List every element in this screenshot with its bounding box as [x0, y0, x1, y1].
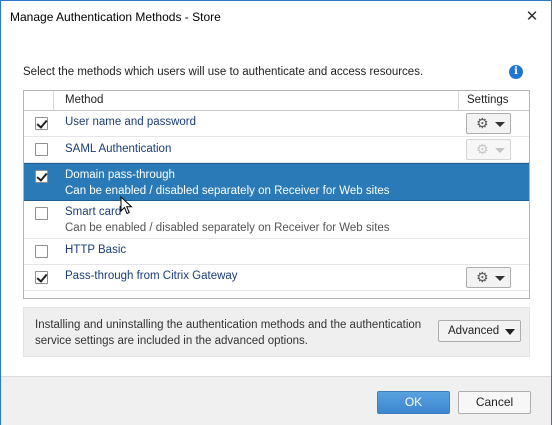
method-name: Smart card: [65, 206, 122, 218]
method-row-saml[interactable]: SAML Authentication ⚙: [24, 137, 529, 163]
method-row-http-basic[interactable]: HTTP Basic: [24, 239, 529, 265]
advanced-label: Advanced: [448, 325, 500, 337]
method-checkbox[interactable]: [35, 117, 48, 130]
method-row-citrix-gateway[interactable]: Pass-through from Citrix Gateway ⚙: [24, 265, 529, 291]
title-bar: Manage Authentication Methods - Store ✕: [1, 1, 551, 33]
manage-auth-methods-dialog: Manage Authentication Methods - Store ✕ …: [0, 0, 552, 425]
window-title: Manage Authentication Methods - Store: [10, 10, 221, 24]
chevron-down-icon: [505, 329, 515, 335]
gear-icon: ⚙: [476, 141, 489, 157]
method-name: SAML Authentication: [65, 143, 172, 155]
methods-grid: Method Settings User name and password ⚙…: [23, 90, 530, 299]
method-checkbox[interactable]: [35, 170, 48, 183]
method-name: HTTP Basic: [65, 244, 127, 256]
method-name: Pass-through from Citrix Gateway: [65, 270, 238, 282]
settings-dropdown-button[interactable]: ⚙: [466, 267, 511, 288]
mouse-pointer-icon: [120, 196, 133, 215]
method-description: Can be enabled / disabled separately on …: [65, 222, 390, 234]
method-row-user-name-password[interactable]: User name and password ⚙: [24, 111, 529, 137]
method-checkbox[interactable]: [35, 143, 48, 156]
method-name: User name and password: [65, 116, 197, 128]
advanced-dropdown-button[interactable]: Advanced: [438, 320, 521, 342]
method-checkbox[interactable]: [35, 271, 48, 284]
cancel-button[interactable]: Cancel: [458, 391, 531, 414]
close-icon[interactable]: ✕: [521, 7, 543, 27]
instruction-text: Select the methods which users will use …: [23, 66, 424, 78]
method-row-domain-pass-through[interactable]: Domain pass-through Can be enabled / dis…: [24, 163, 529, 201]
method-checkbox[interactable]: [35, 245, 48, 258]
method-description: Can be enabled / disabled separately on …: [65, 185, 390, 197]
method-row-smart-card[interactable]: Smart card Can be enabled / disabled sep…: [24, 201, 529, 239]
method-name: Domain pass-through: [65, 169, 175, 181]
chevron-down-icon: [495, 148, 505, 153]
gear-icon: ⚙: [476, 269, 489, 285]
ok-button[interactable]: OK: [377, 391, 450, 414]
chevron-down-icon: [495, 122, 505, 127]
settings-dropdown-button[interactable]: ⚙: [466, 113, 511, 134]
info-icon[interactable]: i: [509, 65, 523, 79]
dialog-footer: OK Cancel: [1, 376, 551, 425]
method-checkbox[interactable]: [35, 207, 48, 220]
advanced-info-text: Installing and uninstalling the authenti…: [35, 319, 422, 347]
grid-header: Method Settings: [24, 91, 529, 111]
header-settings[interactable]: Settings: [458, 91, 529, 110]
header-checkbox-column: [24, 91, 54, 110]
gear-icon: ⚙: [476, 115, 489, 131]
chevron-down-icon: [495, 276, 505, 281]
settings-dropdown-button-disabled: ⚙: [466, 139, 511, 160]
advanced-info-panel: Installing and uninstalling the authenti…: [23, 307, 530, 357]
header-method[interactable]: Method: [65, 94, 103, 106]
